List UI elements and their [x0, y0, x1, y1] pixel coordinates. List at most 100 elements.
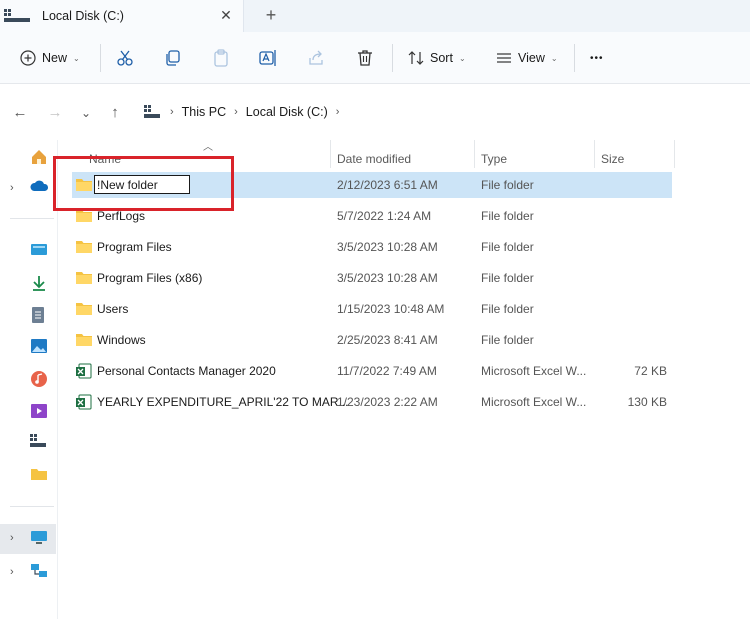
breadcrumb-separator[interactable]: ›	[234, 106, 238, 118]
type-cell: File folder	[481, 209, 534, 223]
name-cell: Windows	[97, 333, 146, 347]
documents-icon[interactable]	[30, 306, 50, 326]
drive-icon	[4, 9, 30, 22]
column-header-date[interactable]: Date modified	[337, 146, 411, 172]
type-cell: File folder	[481, 302, 534, 316]
new-button[interactable]: New ⌄	[20, 46, 80, 70]
onedrive-icon[interactable]	[30, 178, 50, 198]
desktop-icon[interactable]	[30, 242, 50, 262]
table-row[interactable]: Program Files (x86) 3/5/2023 10:28 AM Fi…	[72, 265, 672, 291]
type-cell: Microsoft Excel W...	[481, 364, 587, 378]
folder-icon	[76, 334, 92, 346]
plus-circle-icon	[20, 50, 36, 66]
downloads-icon[interactable]	[30, 274, 50, 294]
excel-icon	[76, 363, 92, 379]
type-cell: File folder	[481, 178, 534, 192]
date-cell: 3/5/2023 10:28 AM	[337, 240, 438, 254]
rename-button[interactable]	[259, 46, 277, 70]
type-cell: File folder	[481, 333, 534, 347]
paste-button[interactable]	[212, 46, 230, 70]
videos-icon[interactable]	[30, 402, 50, 422]
date-cell: 1/15/2023 10:48 AM	[337, 302, 445, 316]
folder-icon	[76, 272, 92, 284]
chevron-down-icon: ⌄	[458, 53, 466, 63]
address-bar[interactable]: › This PC › Local Disk (C:) ›	[134, 98, 750, 126]
up-button[interactable]: ↑	[106, 104, 124, 122]
column-divider[interactable]	[674, 140, 675, 168]
sort-button[interactable]: Sort ⌄	[408, 46, 466, 70]
table-row[interactable]: Users 1/15/2023 10:48 AM File folder	[72, 296, 672, 322]
column-divider[interactable]	[330, 140, 331, 168]
command-bar: New ⌄ Sort ⌄ View ⌄ •••	[0, 32, 750, 84]
close-tab-icon[interactable]: ✕	[218, 6, 234, 24]
recent-locations-button[interactable]: ⌄	[77, 104, 95, 122]
tab-local-disk[interactable]: Local Disk (C:) ✕	[0, 0, 244, 32]
column-divider[interactable]	[594, 140, 595, 168]
toolbar-divider	[100, 44, 101, 72]
paste-icon	[214, 49, 228, 67]
new-tab-button[interactable]: +	[262, 5, 280, 25]
rename-icon	[259, 50, 276, 66]
table-row[interactable]: 2/12/2023 6:51 AM File folder	[72, 172, 672, 198]
breadcrumb-separator: ›	[170, 106, 174, 118]
back-button[interactable]: ←	[11, 104, 29, 122]
music-icon[interactable]	[30, 370, 50, 390]
this-pc-icon[interactable]	[30, 530, 50, 550]
date-cell: 5/7/2022 1:24 AM	[337, 209, 432, 223]
share-icon	[309, 50, 323, 65]
size-cell: 72 KB	[634, 364, 667, 378]
delete-button[interactable]	[356, 46, 374, 70]
date-cell: 2/12/2023 6:51 AM	[337, 178, 438, 192]
breadcrumb-separator[interactable]: ›	[336, 106, 340, 118]
column-header-size[interactable]: Size	[601, 146, 624, 172]
date-cell: 2/25/2023 8:41 AM	[337, 333, 438, 347]
breadcrumb-this-pc[interactable]: This PC	[182, 105, 226, 119]
sidebar-divider	[10, 218, 54, 219]
forward-button[interactable]: →	[46, 104, 64, 122]
title-bar: Local Disk (C:) ✕ +	[0, 0, 750, 32]
share-button[interactable]	[307, 46, 325, 70]
folder-icon[interactable]	[30, 466, 50, 486]
drive-icon[interactable]	[30, 434, 50, 454]
date-cell: 11/7/2022 7:49 AM	[337, 364, 437, 378]
file-list: ︿ Name Date modified Type Size 2/12/2023…	[58, 140, 750, 619]
name-cell: Program Files	[97, 240, 172, 254]
delete-icon	[358, 50, 372, 66]
column-header-type[interactable]: Type	[481, 146, 507, 172]
date-cell: 3/5/2023 10:28 AM	[337, 271, 438, 285]
folder-icon	[76, 241, 92, 253]
table-row[interactable]: Personal Contacts Manager 2020 11/7/2022…	[72, 358, 672, 384]
view-button[interactable]: View ⌄	[496, 46, 558, 70]
table-row[interactable]: YEARLY EXPENDITURE_APRIL'22 TO MAR... 1/…	[72, 389, 672, 415]
cut-icon	[117, 50, 133, 66]
table-row[interactable]: Windows 2/25/2023 8:41 AM File folder	[72, 327, 672, 353]
view-label: View	[518, 51, 545, 65]
folder-icon	[76, 303, 92, 315]
cut-button[interactable]	[116, 46, 134, 70]
home-icon[interactable]	[30, 148, 50, 168]
chevron-down-icon: ⌄	[550, 53, 558, 63]
excel-icon	[76, 394, 92, 410]
breadcrumb-local-disk[interactable]: Local Disk (C:)	[246, 105, 328, 119]
navigation-pane: › › ›	[0, 140, 58, 619]
sort-label: Sort	[430, 51, 453, 65]
name-cell: Personal Contacts Manager 2020	[97, 364, 276, 378]
column-header-name[interactable]: Name	[89, 146, 121, 172]
more-options-button[interactable]: •••	[590, 46, 604, 70]
copy-button[interactable]	[164, 46, 182, 70]
column-divider[interactable]	[474, 140, 475, 168]
pictures-icon[interactable]	[30, 338, 50, 358]
name-cell: Program Files (x86)	[97, 271, 203, 285]
date-cell: 1/23/2023 2:22 AM	[337, 395, 438, 409]
size-cell: 130 KB	[627, 395, 667, 409]
expand-chevron-icon[interactable]: ›	[10, 532, 14, 544]
table-row[interactable]: PerfLogs 5/7/2022 1:24 AM File folder	[72, 203, 672, 229]
expand-chevron-icon[interactable]: ›	[10, 566, 14, 578]
expand-chevron-icon[interactable]: ›	[10, 182, 14, 194]
sidebar-divider	[10, 506, 54, 507]
toolbar-divider	[574, 44, 575, 72]
network-icon[interactable]	[30, 562, 50, 582]
rename-input[interactable]	[94, 175, 190, 194]
type-cell: File folder	[481, 240, 534, 254]
table-row[interactable]: Program Files 3/5/2023 10:28 AM File fol…	[72, 234, 672, 260]
